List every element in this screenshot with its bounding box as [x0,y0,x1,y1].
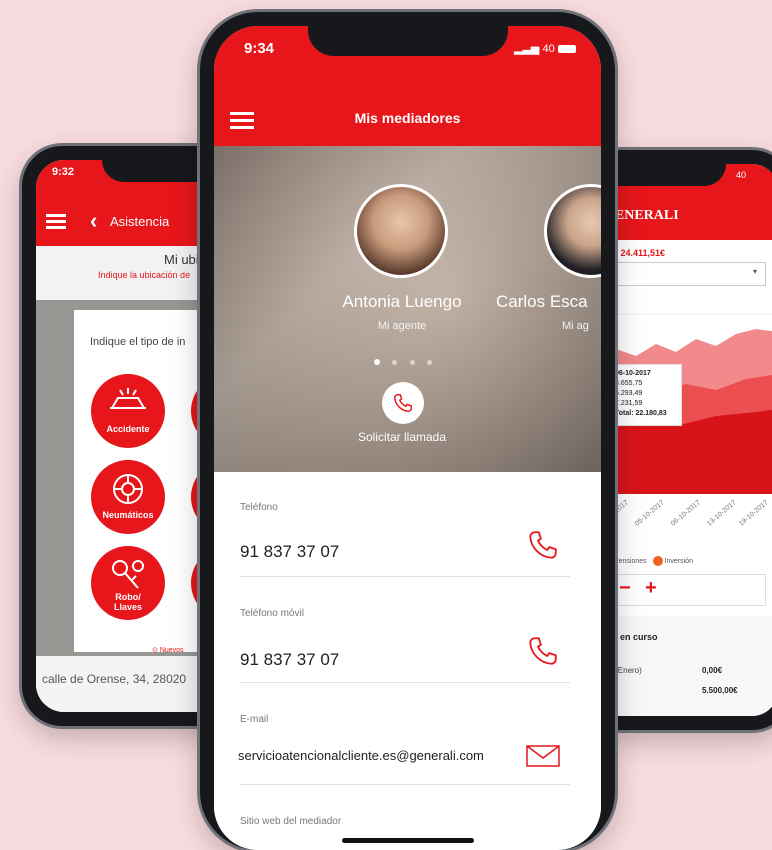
center-notch [308,26,508,56]
tooltip-total: Total: 22.180,83 [615,410,667,417]
agent-name: Antonia Luengo [342,292,462,311]
tooltip-value: 8.655,75 [615,380,643,387]
network-label: 40 [542,43,555,55]
phone-icon[interactable] [526,634,560,668]
request-call-label[interactable]: Solicitar llamada [310,430,494,444]
zoom-in-button[interactable]: + [645,577,657,600]
back-label[interactable]: Asistencia [110,214,169,229]
legend-label: Inversión [664,557,693,565]
keys-icon [112,560,144,589]
dot[interactable] [392,360,398,365]
address-text: calle de Orense, 34, 28020 [42,672,187,686]
legend-swatch [652,556,663,566]
divider [240,576,570,577]
center-phone-screen: 9:34 ▂▃▅ 40 Mis mediadores Antonia Lueng… [214,26,601,850]
right-notch [596,164,726,186]
field-label: Teléfono [240,502,278,513]
divider [240,784,570,785]
row-value: 5.500,00€ [702,686,738,695]
phone-value[interactable]: 91 837 37 07 [240,542,339,562]
field-label: E-mail [240,714,269,725]
home-indicator [342,838,474,843]
signal-icon: ▂▃▅ [514,43,540,55]
left-status-time: 9:32 [52,166,75,178]
dialog-prompt: Indique el tipo de in [90,336,186,348]
location-hint: Indique la ubicación de [98,270,191,280]
theft-keys-label: Robo/ Llaves [113,592,143,612]
request-call-button[interactable] [382,382,424,424]
phone-icon [394,394,412,412]
accident-label: Accidente [106,424,150,434]
zoom-controls: − + [596,574,766,606]
map-badge: ⊙ Nuevos [152,647,184,654]
x-tick: 19-10-2017 [737,499,770,528]
tooltip-value: 6.293,49 [615,390,643,397]
center-status-time: 9:34 [244,40,275,57]
center-status-right: ▂▃▅ 40 [514,42,576,55]
carousel-dots[interactable] [374,352,433,370]
legend-label: Pensiones [613,557,647,565]
mail-icon[interactable] [526,744,560,768]
period-select[interactable]: ▾ [596,262,766,286]
divider [240,682,570,683]
phone-icon[interactable] [526,528,560,562]
dot[interactable] [409,360,415,365]
tooltip-date: 06-10-2017 [615,370,651,377]
agent-role: Mi agente [377,320,427,332]
left-menu-icon[interactable] [46,214,66,229]
zoom-out-button[interactable]: − [619,577,631,600]
car-crash-icon [110,388,146,409]
tire-icon [113,474,143,504]
dot[interactable] [427,360,433,365]
battery-icon [557,45,576,54]
agent-avatar[interactable] [354,184,448,278]
mobile-value[interactable]: 91 837 37 07 [240,650,339,670]
email-value[interactable]: servicioatencionalcliente.es@generali.co… [238,748,484,763]
chart-legend: Pensiones Inversión [602,556,693,566]
map-badge-label: Nuevos [159,647,184,654]
row-value: 0,00€ [702,666,723,675]
field-label: Teléfono móvil [240,608,304,619]
x-tick: 13-10-2017 [705,499,738,528]
right-status: 40 [736,170,747,180]
header-title: Mis mediadores [354,110,461,126]
chart-tooltip: 06-10-2017 8.655,75 6.293,49 7.231,59 To… [610,364,682,426]
field-label: Sitio web del mediador [240,816,342,827]
dot-active[interactable] [374,359,380,365]
theft-keys-button[interactable]: Robo/ Llaves [91,546,165,620]
chevron-down-icon: ▾ [752,267,757,276]
x-tick: 06-10-2017 [669,499,702,528]
agent-role: Mi ag [562,320,589,332]
agent-name: Carlos Esca [496,292,588,311]
tooltip-value: 7.231,59 [615,400,643,407]
tires-label: Neumáticos [102,510,154,520]
tires-button[interactable]: Neumáticos [91,460,165,534]
brand-logo: GENERALI [604,208,679,223]
accident-button[interactable]: Accidente [91,374,165,448]
x-tick: 05-10-2017 [633,499,666,528]
right-phone-screen: 40 GENERALI ual: 24.411,51€ ▾ 06-10-2017… [596,164,772,716]
x-axis: 28-09-2017 05-10-2017 06-10-2017 13-10-2… [596,499,772,534]
center-phone: 9:34 ▂▃▅ 40 Mis mediadores Antonia Lueng… [200,12,615,850]
back-chevron-icon[interactable]: ‹ [90,210,97,232]
